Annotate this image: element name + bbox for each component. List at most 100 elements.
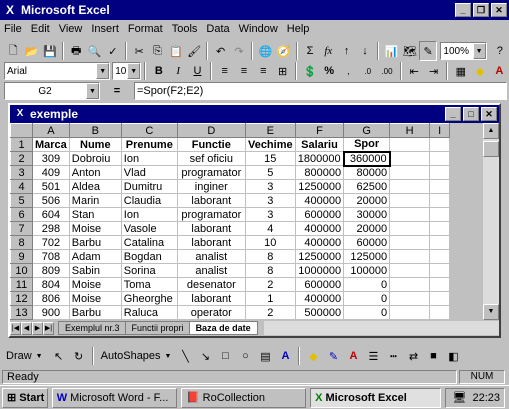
cell[interactable] bbox=[389, 165, 431, 180]
start-button[interactable]: ⊞ Start bbox=[2, 387, 48, 408]
row-header[interactable]: 3 bbox=[10, 165, 33, 180]
cell[interactable]: programator bbox=[176, 207, 246, 222]
cell[interactable] bbox=[429, 263, 451, 278]
cell[interactable] bbox=[389, 277, 431, 292]
cell[interactable]: Raluca bbox=[120, 305, 178, 320]
cell[interactable] bbox=[429, 193, 451, 208]
cell[interactable]: Vechime bbox=[244, 137, 296, 152]
align-right-icon[interactable]: ≡ bbox=[254, 61, 273, 81]
row-header[interactable]: 11 bbox=[10, 277, 33, 292]
cell[interactable]: laborant bbox=[176, 291, 246, 306]
arrow-icon[interactable]: ↘ bbox=[195, 346, 215, 366]
cell[interactable]: Catalina bbox=[120, 235, 178, 250]
dash-style-icon[interactable]: ┅ bbox=[383, 346, 403, 366]
cell[interactable]: 0 bbox=[343, 305, 391, 320]
cell[interactable]: Marin bbox=[68, 193, 122, 208]
tab-baza-de-date[interactable]: Baza de date bbox=[188, 321, 258, 335]
close-button[interactable]: ✕ bbox=[491, 3, 507, 17]
cell[interactable] bbox=[429, 165, 451, 180]
chevron-down-icon[interactable]: ▼ bbox=[127, 63, 141, 79]
cell[interactable]: 3 bbox=[244, 207, 296, 222]
maximize-button[interactable]: □ bbox=[463, 107, 479, 121]
cell[interactable]: Toma bbox=[120, 277, 178, 292]
column-header[interactable]: A bbox=[32, 123, 70, 138]
cell[interactable]: analist bbox=[176, 263, 246, 278]
cell[interactable]: Stan bbox=[68, 207, 122, 222]
active-cell[interactable]: 360000 bbox=[342, 150, 391, 167]
minimize-button[interactable]: _ bbox=[445, 107, 461, 121]
cell[interactable]: desenator bbox=[176, 277, 246, 292]
menu-data[interactable]: Data bbox=[206, 23, 229, 35]
cell[interactable]: Moise bbox=[68, 221, 122, 236]
scroll-thumb[interactable] bbox=[483, 141, 499, 157]
fill-color-icon[interactable]: ◆ bbox=[303, 346, 323, 366]
cell[interactable]: 2 bbox=[244, 277, 296, 292]
select-all-corner[interactable] bbox=[10, 123, 33, 138]
cell[interactable] bbox=[429, 249, 451, 264]
restore-button[interactable]: ❐ bbox=[473, 3, 489, 17]
menu-file[interactable]: File bbox=[4, 23, 22, 35]
row-header[interactable]: 5 bbox=[10, 193, 33, 208]
menu-format[interactable]: Format bbox=[128, 23, 163, 35]
cell[interactable]: 3 bbox=[244, 193, 296, 208]
cell[interactable]: 400000 bbox=[294, 193, 345, 208]
next-sheet-icon[interactable]: ▶ bbox=[32, 321, 43, 335]
cell[interactable]: 4 bbox=[244, 221, 296, 236]
row-header[interactable]: 10 bbox=[10, 263, 33, 278]
cell[interactable]: 125000 bbox=[343, 249, 391, 264]
cell[interactable]: 400000 bbox=[294, 221, 345, 236]
cell[interactable]: 600000 bbox=[294, 277, 345, 292]
tab-exemplul[interactable]: Exemplul nr.3 bbox=[58, 321, 127, 335]
cell[interactable]: 100000 bbox=[343, 263, 391, 278]
align-left-icon[interactable]: ≡ bbox=[215, 61, 234, 81]
row-header[interactable]: 6 bbox=[10, 207, 33, 222]
cell[interactable]: 298 bbox=[32, 221, 70, 236]
cell[interactable]: laborant bbox=[176, 235, 246, 250]
cell[interactable] bbox=[429, 207, 451, 222]
cell[interactable]: Spor bbox=[343, 137, 391, 152]
cell[interactable]: Dumitru bbox=[120, 179, 178, 194]
row-header[interactable]: 8 bbox=[10, 235, 33, 250]
font-color-icon[interactable]: A bbox=[490, 61, 509, 81]
merge-center-icon[interactable]: ⊞ bbox=[273, 61, 292, 81]
arrow-style-icon[interactable]: ⇄ bbox=[403, 346, 423, 366]
cell[interactable] bbox=[389, 207, 431, 222]
wordart-icon[interactable]: A bbox=[275, 346, 295, 366]
column-header[interactable]: B bbox=[68, 123, 122, 138]
cell[interactable]: 62500 bbox=[343, 179, 391, 194]
cell[interactable]: Barbu bbox=[68, 305, 122, 320]
cell[interactable]: Dobroiu bbox=[68, 151, 122, 166]
cell[interactable]: 500000 bbox=[294, 305, 345, 320]
cell[interactable]: 409 bbox=[32, 165, 70, 180]
name-box[interactable]: G2 ▼ bbox=[4, 82, 100, 100]
cell[interactable] bbox=[389, 193, 431, 208]
cell[interactable]: Marca bbox=[32, 137, 70, 152]
cell[interactable]: 1250000 bbox=[294, 249, 345, 264]
cell[interactable]: Claudia bbox=[120, 193, 178, 208]
cell[interactable]: Sorina bbox=[120, 263, 178, 278]
font-size-select[interactable]: 10 ▼ bbox=[112, 62, 142, 80]
tab-functii[interactable]: Functii propri bbox=[124, 321, 191, 335]
cell[interactable]: 1000000 bbox=[294, 263, 345, 278]
cell[interactable]: 30000 bbox=[343, 207, 391, 222]
cell[interactable]: 2 bbox=[244, 305, 296, 320]
3d-icon[interactable]: ◧ bbox=[443, 346, 463, 366]
cell[interactable]: Nume bbox=[68, 137, 122, 152]
bold-button[interactable]: B bbox=[149, 61, 168, 81]
rectangle-icon[interactable]: □ bbox=[215, 346, 235, 366]
column-header[interactable]: F bbox=[294, 123, 345, 138]
cell[interactable]: Bogdan bbox=[120, 249, 178, 264]
cell[interactable] bbox=[429, 221, 451, 236]
cell[interactable]: 1800000 bbox=[294, 151, 345, 166]
horizontal-scrollbar[interactable] bbox=[263, 321, 499, 335]
free-rotate-icon[interactable]: ↻ bbox=[69, 346, 89, 366]
shadow-icon[interactable]: ■ bbox=[423, 346, 443, 366]
cell[interactable]: 10 bbox=[244, 235, 296, 250]
cell[interactable] bbox=[389, 179, 431, 194]
cell[interactable]: 506 bbox=[32, 193, 70, 208]
italic-button[interactable]: I bbox=[169, 61, 188, 81]
cell[interactable]: 800000 bbox=[294, 165, 345, 180]
task-rocollection[interactable]: 📕 RoCollection bbox=[180, 387, 307, 408]
row-header[interactable]: 4 bbox=[10, 179, 33, 194]
decrease-indent-icon[interactable]: ⇤ bbox=[405, 61, 424, 81]
